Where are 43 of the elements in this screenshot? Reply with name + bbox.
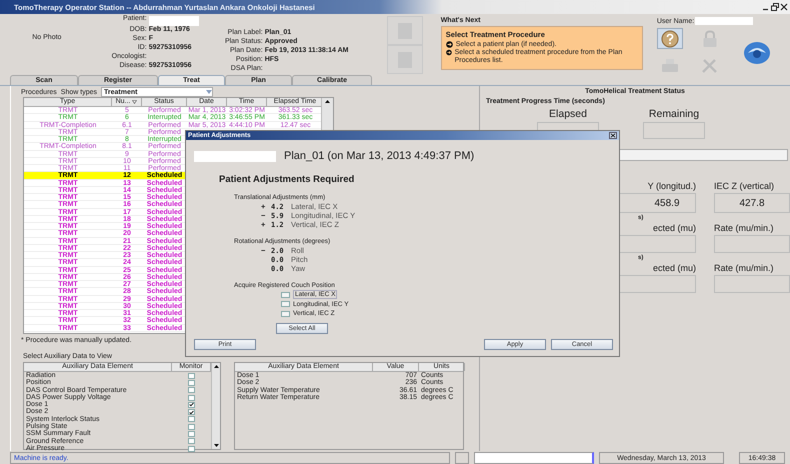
dropdown-arrow-icon (206, 90, 212, 94)
monitor-checkbox[interactable] (188, 409, 195, 416)
monitor-checkbox[interactable] (188, 394, 195, 401)
monitor-checkbox[interactable] (188, 416, 195, 422)
status-input[interactable] (474, 452, 594, 464)
patient-name-field[interactable] (148, 16, 199, 26)
position-label: IEC Z (vertical) (714, 181, 776, 191)
checkbox[interactable] (281, 310, 290, 317)
scrollbar[interactable] (211, 363, 220, 449)
remaining-label: Remaining (648, 108, 700, 120)
logo-icon (742, 40, 771, 66)
dose-label: ected (mu) (652, 263, 696, 273)
checkbox[interactable] (281, 292, 290, 298)
monitor-checkbox[interactable] (188, 446, 195, 452)
checkbox[interactable] (281, 301, 290, 308)
tools-icon (700, 58, 719, 74)
elapsed-label: Elapsed (549, 108, 587, 120)
scroll-up-icon[interactable] (325, 100, 330, 103)
monitor-checkbox[interactable] (188, 424, 195, 430)
scroll-up-icon[interactable] (214, 365, 218, 368)
scroll-down-icon[interactable] (214, 444, 218, 447)
sort-icon (132, 100, 138, 104)
monitor-checkbox[interactable] (188, 431, 195, 438)
close-icon[interactable] (609, 132, 617, 139)
help-icon (660, 30, 679, 48)
monitor-checkbox[interactable] (188, 402, 195, 408)
lock-icon (702, 30, 718, 48)
monitor-checkbox[interactable] (188, 380, 195, 386)
monitor-checkbox[interactable] (188, 387, 195, 394)
remaining-field (643, 122, 705, 139)
toolbar-button[interactable] (656, 28, 683, 49)
printer-icon (660, 58, 679, 74)
monitor-checkbox[interactable] (188, 372, 195, 379)
dose-label: Rate (mu/min.) (714, 223, 775, 233)
status-indicator (455, 452, 469, 464)
position-value: 427.8 (714, 193, 790, 213)
dose-label: ected (mu) (652, 223, 696, 233)
user-name-field[interactable] (695, 17, 754, 25)
monitor-checkbox[interactable] (188, 438, 195, 444)
position-label: Y (longitud.) (646, 181, 696, 191)
maximize-icon[interactable] (771, 3, 779, 11)
close-icon[interactable] (780, 3, 788, 11)
dose-label: Rate (mu/min.) (714, 263, 775, 273)
